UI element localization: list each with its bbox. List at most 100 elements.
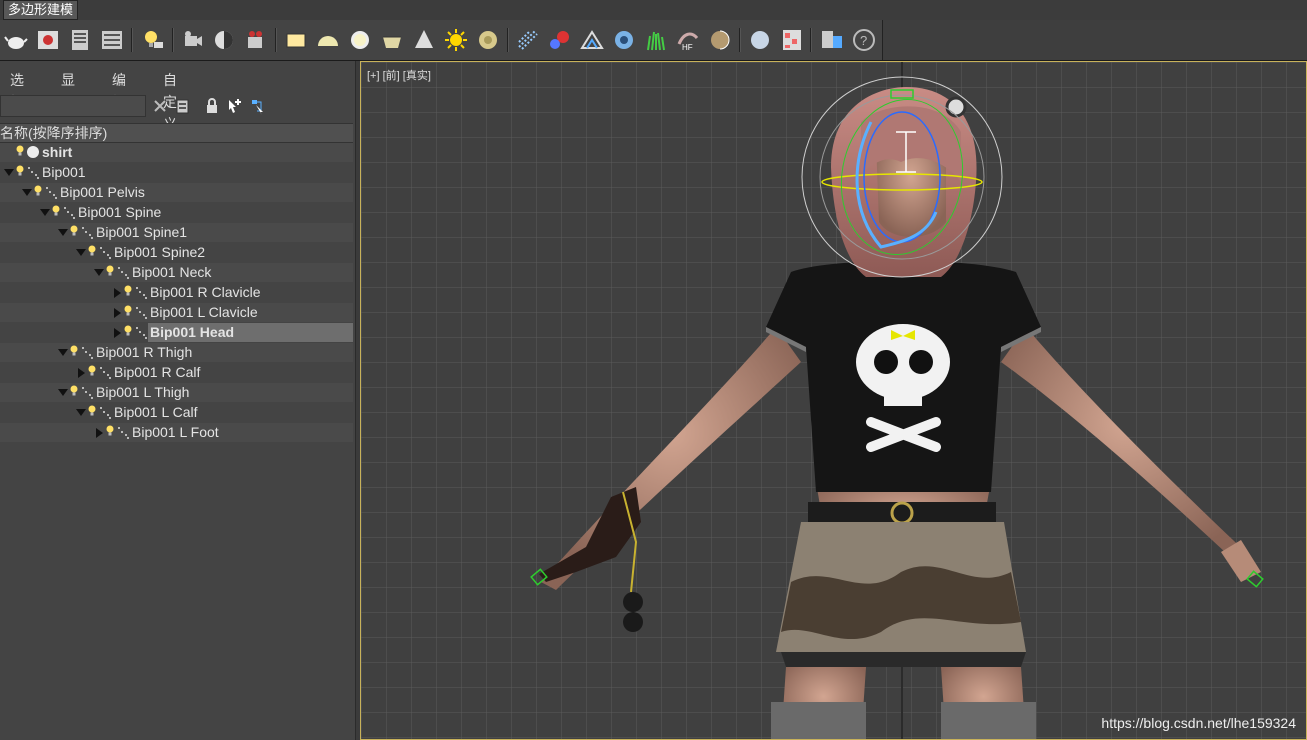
visibility-bulb-icon[interactable] [16,165,24,177]
search-input[interactable] [0,95,146,117]
tree-row[interactable]: Bip001 R Clavicle [0,283,353,302]
hair-icon[interactable]: HF [676,28,700,52]
sun-icon[interactable] [444,28,468,52]
hierarchy-select-icon[interactable] [250,97,266,115]
visibility-bulb-icon[interactable] [124,325,132,337]
export-icon[interactable] [820,28,844,52]
checker-icon[interactable] [780,28,804,52]
tree-row-label: Bip001 R Thigh [96,344,193,360]
expand-toggle-icon[interactable] [58,389,68,396]
toolbar-separator [739,28,741,52]
watermark: https://blog.csdn.net/lhe159324 [1101,715,1296,731]
tree-row[interactable]: Bip001 L Calf [0,403,353,422]
expand-toggle-icon[interactable] [94,269,104,276]
grass-icon[interactable] [644,28,668,52]
tree-row[interactable]: Bip001 L Foot [0,423,353,442]
visibility-bulb-icon[interactable] [106,425,114,437]
expand-toggle-icon[interactable] [4,169,14,176]
viewport-label[interactable]: [+] [前] [真实] [367,67,431,83]
tree-row-label: Bip001 Spine2 [114,244,206,260]
atom-icon[interactable] [548,28,572,52]
expand-toggle-icon[interactable] [96,428,103,438]
tree-row[interactable]: shirt [0,143,353,162]
tree-row[interactable]: Bip001 Neck [0,263,353,282]
left-sock [941,702,1036,739]
bone-dots-icon [136,307,147,319]
expand-toggle-icon[interactable] [40,209,50,216]
layer-list-icon[interactable] [68,28,92,52]
render-frame-icon[interactable] [36,28,60,52]
tree-row[interactable]: Bip001 L Clavicle [0,303,353,322]
tree-row[interactable]: Bip001 Spine2 [0,243,353,262]
main-toolbar: HF? [0,20,1307,61]
visibility-bulb-icon[interactable] [124,305,132,317]
pot-icon[interactable] [380,28,404,52]
layer-filter-icon[interactable] [175,97,191,115]
plane-icon[interactable] [284,28,308,52]
add-select-icon[interactable] [227,97,243,115]
expand-toggle-icon[interactable] [114,328,121,338]
expand-toggle-icon[interactable] [58,229,68,236]
tree-row[interactable]: Bip001 Head [0,323,353,342]
ring-icon[interactable] [348,28,372,52]
tree-row-label: Bip001 Spine [78,204,162,220]
tree-row[interactable]: Bip001 Pelvis [0,183,353,202]
tree-row[interactable]: Bip001 Spine1 [0,223,353,242]
bone-dots-icon [82,387,93,399]
visibility-bulb-icon[interactable] [106,265,114,277]
sphere-half-icon[interactable] [212,28,236,52]
tree-row[interactable]: Bip001 R Calf [0,363,353,382]
scene-explorer: 选择 显示 编辑 自定义 名称(按降序排序) shirtBip001Bip001… [0,61,355,740]
visibility-bulb-icon[interactable] [70,345,78,357]
expand-toggle-icon[interactable] [78,368,85,378]
expand-toggle-icon[interactable] [114,288,121,298]
visibility-bulb-icon[interactable] [16,145,24,157]
visibility-bulb-icon[interactable] [88,405,96,417]
expand-toggle-icon[interactable] [76,409,86,416]
material-sphere-icon[interactable] [748,28,772,52]
film-camera-icon[interactable] [244,28,268,52]
ribbon-tab-polygon-modeling[interactable]: 多边形建模 [3,0,79,20]
hair-ornament [945,96,967,118]
camera-move-icon[interactable] [180,28,204,52]
toolbar-separator [275,28,277,52]
gear-flower-icon[interactable] [612,28,636,52]
lightbulb-cursor-icon[interactable] [141,28,165,52]
disk-icon[interactable] [476,28,500,52]
toolbar-separator [131,28,133,52]
tree-row[interactable]: Bip001 Spine [0,203,353,222]
layer-table-icon[interactable] [100,28,124,52]
right-sock [771,702,866,739]
visibility-bulb-icon[interactable] [34,185,42,197]
cone-icon[interactable] [412,28,436,52]
bone-dots-icon [64,207,75,219]
shell-icon[interactable] [708,28,732,52]
tree-row[interactable]: Bip001 [0,163,353,182]
expand-toggle-icon[interactable] [76,249,86,256]
tent-icon[interactable] [580,28,604,52]
expand-toggle-icon[interactable] [58,349,68,356]
tree-row-label: Bip001 L Foot [132,424,219,440]
clear-search-icon[interactable] [152,97,168,115]
toolbar-separator [172,28,174,52]
tree-row-label: Bip001 [42,164,86,180]
expand-toggle-icon[interactable] [22,189,32,196]
grid-dots-icon[interactable] [516,28,540,52]
expand-toggle-icon[interactable] [114,308,121,318]
column-header-name[interactable]: 名称(按降序排序) [0,123,353,143]
visibility-bulb-icon[interactable] [52,205,60,217]
visibility-bulb-icon[interactable] [88,245,96,257]
visibility-bulb-icon[interactable] [124,285,132,297]
visibility-bulb-icon[interactable] [70,385,78,397]
teapot-icon[interactable] [4,28,28,52]
toolbar-separator [507,28,509,52]
front-viewport[interactable]: [+] [前] [真实] https://blog.csdn.net/lhe15… [360,61,1307,740]
help-icon[interactable]: ? [852,28,876,52]
tree-row-label: Bip001 Spine1 [96,224,188,240]
dome-icon[interactable] [316,28,340,52]
visibility-bulb-icon[interactable] [70,225,78,237]
tree-row[interactable]: Bip001 R Thigh [0,343,353,362]
visibility-bulb-icon[interactable] [88,365,96,377]
tree-row[interactable]: Bip001 L Thigh [0,383,353,402]
lock-icon[interactable] [204,97,220,115]
